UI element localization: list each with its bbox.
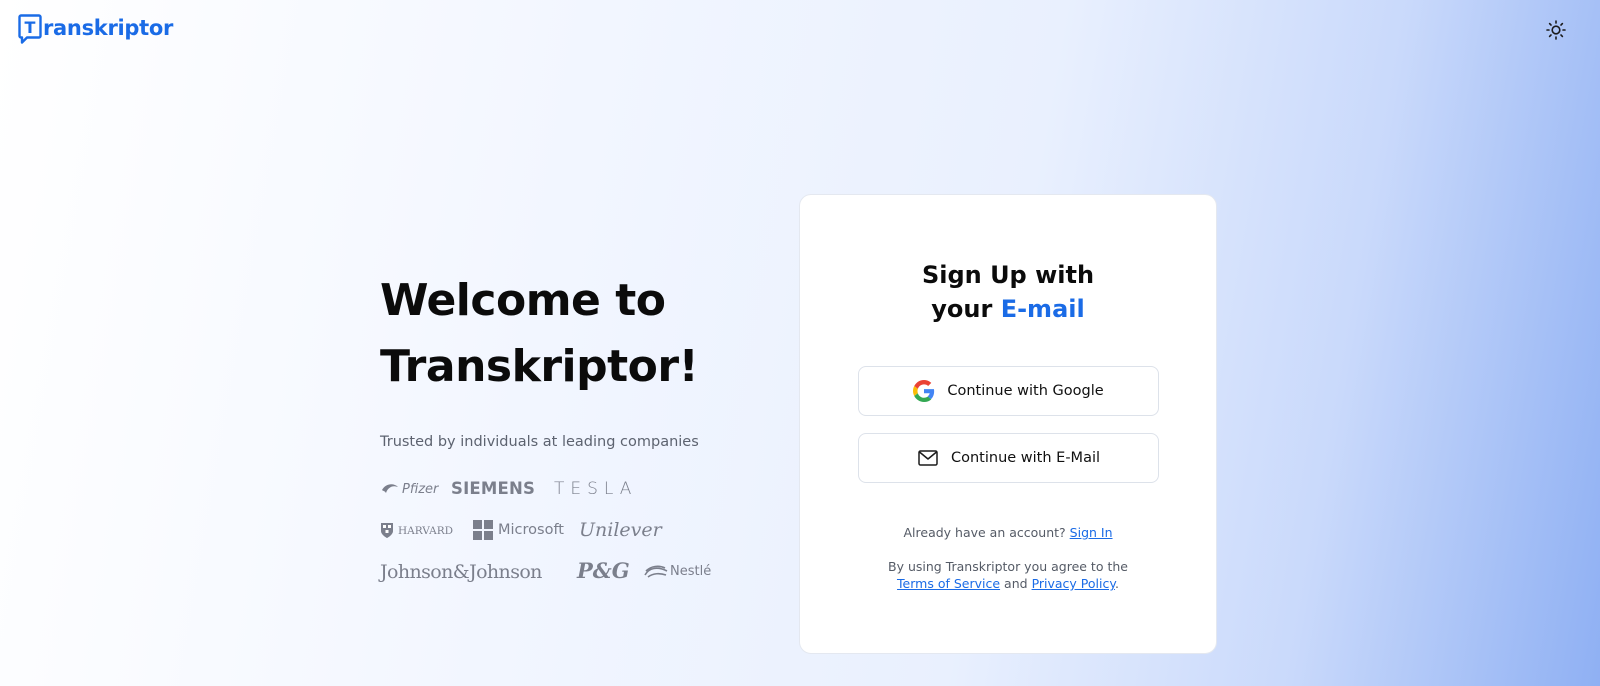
microsoft-logo: Microsoft — [473, 520, 564, 540]
signin-prompt: Already have an account? Sign In — [903, 525, 1113, 540]
google-icon — [913, 380, 935, 402]
pfizer-logo: Pfizer — [380, 481, 438, 497]
company-logos: Pfizer SIEMENS TESLA HARVARD Microsoft U… — [380, 478, 740, 588]
welcome-title: Welcome to Transkriptor! — [380, 275, 699, 392]
sun-icon — [1546, 20, 1566, 40]
continue-with-email-button[interactable]: Continue with E-Mail — [858, 433, 1159, 483]
google-button-label: Continue with Google — [947, 383, 1104, 399]
logo-text: ranskriptor — [43, 15, 174, 40]
nestle-logo: Nestlé — [643, 562, 711, 580]
nestle-nest-icon — [644, 565, 668, 578]
microsoft-grid-icon — [473, 520, 493, 540]
signup-card: Sign Up with your E-mail Continue with G… — [799, 194, 1217, 654]
svg-text:T: T — [25, 18, 36, 37]
siemens-logo: SIEMENS — [451, 479, 536, 498]
pg-logo: P&G — [577, 558, 630, 583]
continue-with-google-button[interactable]: Continue with Google — [858, 366, 1159, 416]
harvard-logo: HARVARD — [380, 522, 453, 539]
tesla-logo: TESLA — [554, 479, 638, 499]
sign-in-link[interactable]: Sign In — [1070, 525, 1113, 540]
terms-of-service-link[interactable]: Terms of Service — [897, 576, 1000, 591]
mail-icon — [917, 447, 939, 469]
privacy-policy-link[interactable]: Privacy Policy — [1032, 576, 1115, 591]
theme-toggle-button[interactable] — [1545, 19, 1567, 41]
unilever-logo: Unilever — [579, 519, 662, 541]
signup-title: Sign Up with your E-mail — [921, 261, 1095, 323]
transkriptor-logo[interactable]: T ranskriptor — [18, 14, 174, 44]
harvard-shield-icon — [381, 523, 393, 538]
terms-notice: By using Transkriptor you agree to the T… — [888, 559, 1128, 591]
email-button-label: Continue with E-Mail — [950, 450, 1101, 466]
trusted-text: Trusted by individuals at leading compan… — [380, 434, 699, 450]
logo-mark-icon: T — [18, 14, 42, 44]
johnson-johnson-logo: Johnson&Johnson — [380, 561, 542, 583]
